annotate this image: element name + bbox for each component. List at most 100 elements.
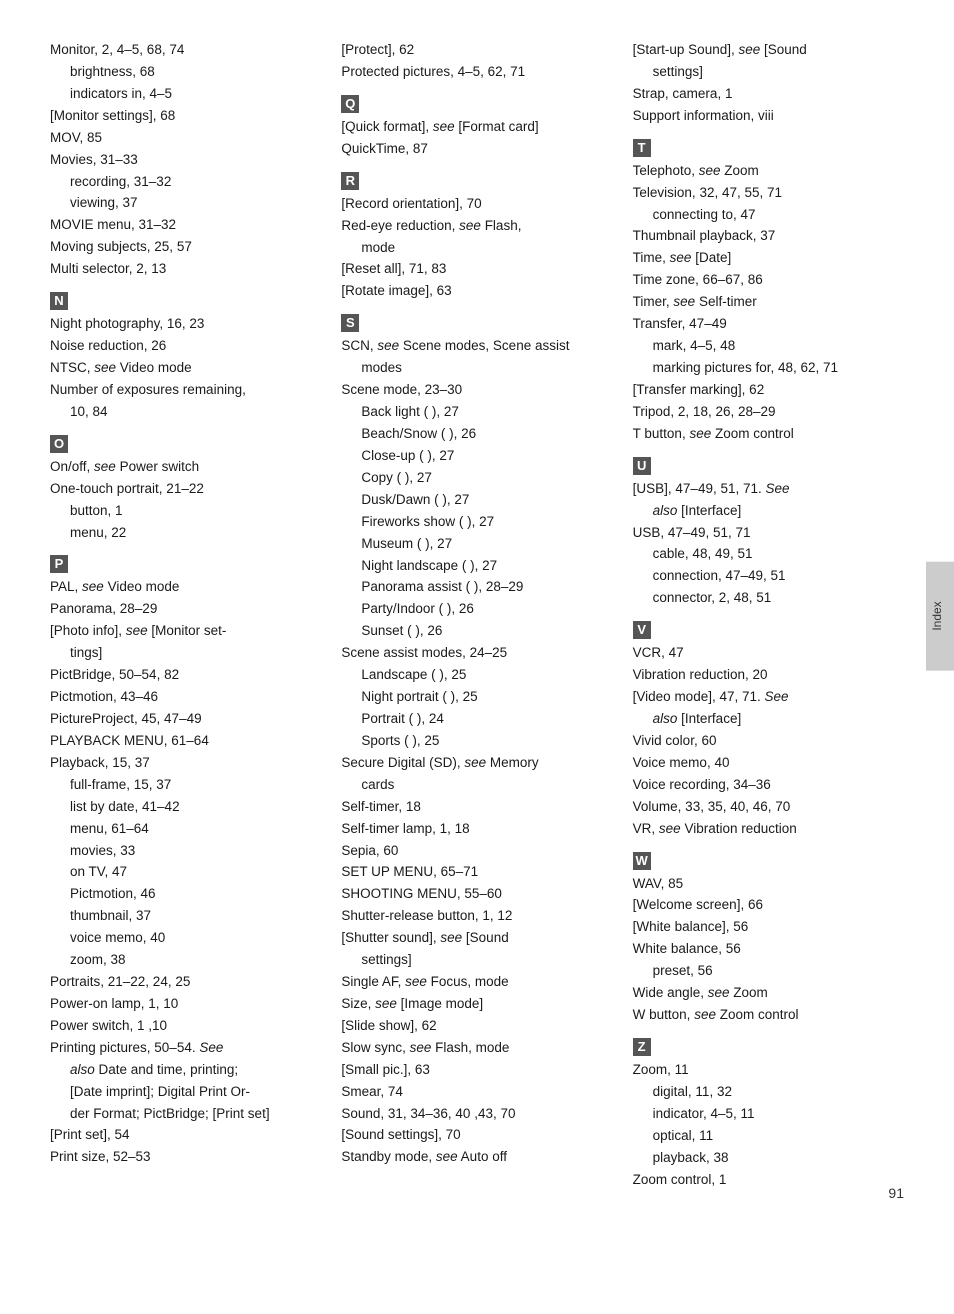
index-entry: Standby mode, see Auto off — [341, 1147, 612, 1168]
index-entry: R — [341, 166, 612, 192]
index-entry: Back light ( ), 27 — [341, 402, 612, 423]
index-entry: Tripod, 2, 18, 26, 28–29 — [633, 402, 904, 423]
index-entry: also [Interface] — [633, 709, 904, 730]
index-entry: Scene assist modes, 24–25 — [341, 643, 612, 664]
section-letter-v: V — [633, 621, 651, 639]
index-entry: Wide angle, see Zoom — [633, 983, 904, 1004]
index-entry: viewing, 37 — [50, 193, 321, 214]
section-letter-o: O — [50, 435, 68, 453]
index-entry: 10, 84 — [50, 402, 321, 423]
index-entry: list by date, 41–42 — [50, 797, 321, 818]
index-entry: Portrait ( ), 24 — [341, 709, 612, 730]
index-entry: Self-timer lamp, 1, 18 — [341, 819, 612, 840]
index-entry: Voice memo, 40 — [633, 753, 904, 774]
index-entry: Support information, viii — [633, 106, 904, 127]
section-letter-p: P — [50, 555, 68, 573]
index-entry: optical, 11 — [633, 1126, 904, 1147]
index-entry: connector, 2, 48, 51 — [633, 588, 904, 609]
index-entry: Z — [633, 1032, 904, 1058]
index-entry: T button, see Zoom control — [633, 424, 904, 445]
index-entry: MOVIE menu, 31–32 — [50, 215, 321, 236]
index-entry: O — [50, 429, 321, 455]
index-entry: zoom, 38 — [50, 950, 321, 971]
index-entry: MOV, 85 — [50, 128, 321, 149]
index-entry: U — [633, 451, 904, 477]
index-entry: Pictmotion, 46 — [50, 884, 321, 905]
index-entry: W — [633, 846, 904, 872]
index-entry: brightness, 68 — [50, 62, 321, 83]
index-entry: Night photography, 16, 23 — [50, 314, 321, 335]
index-entry: Q — [341, 89, 612, 115]
index-entry: Sound, 31, 34–36, 40 ,43, 70 — [341, 1104, 612, 1125]
index-entry: [Reset all], 71, 83 — [341, 259, 612, 280]
index-entry: Landscape ( ), 25 — [341, 665, 612, 686]
index-entry: Self-timer, 18 — [341, 797, 612, 818]
index-entry: movies, 33 — [50, 841, 321, 862]
index-page: Monitor, 2, 4–5, 68, 74brightness, 68ind… — [0, 0, 954, 1231]
index-entry: [USB], 47–49, 51, 71. See — [633, 479, 904, 500]
index-entry: PictBridge, 50–54, 82 — [50, 665, 321, 686]
index-entry: S — [341, 308, 612, 334]
section-letter-n: N — [50, 292, 68, 310]
index-entry: Dusk/Dawn ( ), 27 — [341, 490, 612, 511]
index-entry: WAV, 85 — [633, 874, 904, 895]
index-entry: Vibration reduction, 20 — [633, 665, 904, 686]
index-entry: VCR, 47 — [633, 643, 904, 664]
index-entry: Volume, 33, 35, 40, 46, 70 — [633, 797, 904, 818]
index-entry: playback, 38 — [633, 1148, 904, 1169]
index-entry: [Date imprint]; Digital Print Or- — [50, 1082, 321, 1103]
index-entry: Time zone, 66–67, 86 — [633, 270, 904, 291]
index-entry: [Rotate image], 63 — [341, 281, 612, 302]
index-entry: [Protect], 62 — [341, 40, 612, 61]
index-entry: Power switch, 1 ,10 — [50, 1016, 321, 1037]
index-entry: recording, 31–32 — [50, 172, 321, 193]
index-entry: cards — [341, 775, 612, 796]
index-entry: Panorama, 28–29 — [50, 599, 321, 620]
section-letter-s: S — [341, 314, 359, 332]
index-entry: connection, 47–49, 51 — [633, 566, 904, 587]
index-entry: Museum ( ), 27 — [341, 534, 612, 555]
index-entry: [White balance], 56 — [633, 917, 904, 938]
index-entry: modes — [341, 358, 612, 379]
index-entry: also [Interface] — [633, 501, 904, 522]
index-entry: Strap, camera, 1 — [633, 84, 904, 105]
index-entry: VR, see Vibration reduction — [633, 819, 904, 840]
index-entry: Red-eye reduction, see Flash, — [341, 216, 612, 237]
index-entry: QuickTime, 87 — [341, 139, 612, 160]
index-entry: Vivid color, 60 — [633, 731, 904, 752]
index-entry: Power-on lamp, 1, 10 — [50, 994, 321, 1015]
index-tab: Index — [926, 561, 954, 670]
index-entry: Secure Digital (SD), see Memory — [341, 753, 612, 774]
index-entry: settings] — [633, 62, 904, 83]
column-3: [Start-up Sound], see [Soundsettings]Str… — [633, 40, 924, 1191]
index-entry: Telephoto, see Zoom — [633, 161, 904, 182]
index-entry: [Start-up Sound], see [Sound — [633, 40, 904, 61]
index-entry: SHOOTING MENU, 55–60 — [341, 884, 612, 905]
index-entry: Night landscape ( ), 27 — [341, 556, 612, 577]
section-letter-t: T — [633, 139, 651, 157]
index-entry: Timer, see Self-timer — [633, 292, 904, 313]
index-entry: [Monitor settings], 68 — [50, 106, 321, 127]
index-entry: tings] — [50, 643, 321, 664]
index-entry: full-frame, 15, 37 — [50, 775, 321, 796]
index-entry: Thumbnail playback, 37 — [633, 226, 904, 247]
column-2: [Protect], 62Protected pictures, 4–5, 62… — [341, 40, 632, 1191]
index-entry: Protected pictures, 4–5, 62, 71 — [341, 62, 612, 83]
index-entry: Sepia, 60 — [341, 841, 612, 862]
index-entry: Voice recording, 34–36 — [633, 775, 904, 796]
index-entry: der Format; PictBridge; [Print set] — [50, 1104, 321, 1125]
index-entry: Printing pictures, 50–54. See — [50, 1038, 321, 1059]
index-entry: Scene mode, 23–30 — [341, 380, 612, 401]
index-entry: Multi selector, 2, 13 — [50, 259, 321, 280]
index-entry: preset, 56 — [633, 961, 904, 982]
index-entry: Slow sync, see Flash, mode — [341, 1038, 612, 1059]
index-entry: One-touch portrait, 21–22 — [50, 479, 321, 500]
index-entry: also Date and time, printing; — [50, 1060, 321, 1081]
index-entry: cable, 48, 49, 51 — [633, 544, 904, 565]
column-1: Monitor, 2, 4–5, 68, 74brightness, 68ind… — [50, 40, 341, 1191]
index-entry: marking pictures for, 48, 62, 71 — [633, 358, 904, 379]
index-entry: Monitor, 2, 4–5, 68, 74 — [50, 40, 321, 61]
index-entry: Party/Indoor ( ), 26 — [341, 599, 612, 620]
index-entry: [Photo info], see [Monitor set- — [50, 621, 321, 642]
index-entry: menu, 61–64 — [50, 819, 321, 840]
